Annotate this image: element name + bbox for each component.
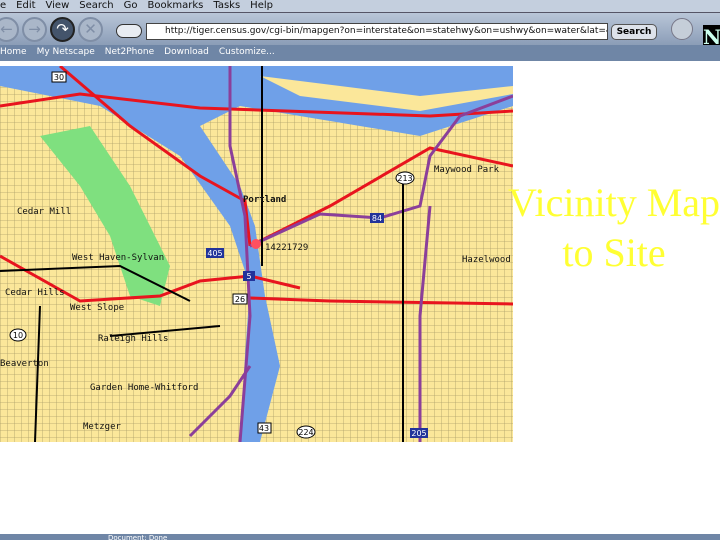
bookmarks-bar: Home My Netscape Net2Phone Download Customiz… [0,45,720,61]
svg-text:43: 43 [259,424,269,433]
label-west-slope: West Slope [70,303,124,313]
label-beaverton: Beaverton [0,359,49,369]
svg-text:26: 26 [235,295,245,304]
label-raleigh-hills: Raleigh Hills [98,334,168,344]
label-site-id: 14221729 [265,243,308,253]
label-hazelwood: Hazelwood [462,255,511,265]
history-dropdown[interactable] [116,24,142,38]
bookmark-download[interactable]: Download [164,47,209,57]
label-west-haven-sylvan: West Haven-Sylvan [72,253,164,263]
bookmark-home[interactable]: Home [0,47,27,57]
bookmark-my-netscape[interactable]: My Netscape [37,47,95,57]
shield-405: 405 [206,248,224,258]
menu-view[interactable]: View [46,0,70,11]
shield-30: 30 [51,71,67,83]
status-bar: Document: Done [0,534,720,542]
svg-text:205: 205 [411,429,426,438]
site-marker [251,239,261,249]
menu-bookmarks[interactable]: Bookmarks [148,0,204,11]
menu-go[interactable]: Go [124,0,138,11]
menu-search[interactable]: Search [79,0,113,11]
stop-button[interactable]: ✕ [78,17,103,42]
label-garden-home: Garden Home-Whitford [90,383,198,393]
svg-text:224: 224 [298,428,313,437]
label-maywood-park: Maywood Park [434,165,500,175]
shield-84: 84 [370,213,384,223]
vicinity-map[interactable]: Portland Cedar Mill West Haven-Sylvan Ce… [0,66,513,442]
back-button[interactable]: ← [0,17,19,42]
search-button[interactable]: Search [611,24,657,40]
shield-26: 26 [232,293,248,305]
url-input[interactable]: http://tiger.census.gov/cgi-bin/mapgen?o… [146,23,608,40]
label-cedar-mill: Cedar Mill [17,207,71,217]
slide-title: Vicinity Map to Site [508,180,720,275]
label-cedar-hills: Cedar Hills [5,288,65,298]
forward-button[interactable]: → [22,17,47,42]
menu-help[interactable]: Help [250,0,273,11]
menu-file[interactable]: e [0,0,6,11]
bookmark-customize[interactable]: Customize... [219,47,275,57]
svg-text:10: 10 [13,331,23,340]
svg-text:405: 405 [207,249,222,258]
label-metzger: Metzger [83,422,122,432]
svg-text:5: 5 [246,272,251,281]
print-icon[interactable] [671,18,693,40]
shield-224: 224 [296,425,316,439]
menu-tasks[interactable]: Tasks [213,0,240,11]
navigation-toolbar: ← → ↷ ✕ http://tiger.census.gov/cgi-bin/… [0,12,720,55]
svg-text:30: 30 [54,73,64,82]
shield-10: 10 [9,328,27,342]
menu-bar: e Edit View Search Go Bookmarks Tasks Help [0,0,720,12]
shield-43: 43 [257,422,272,434]
shield-213: 213 [395,171,415,185]
shield-205: 205 [410,428,428,438]
svg-text:84: 84 [372,214,382,223]
bookmark-net2phone[interactable]: Net2Phone [105,47,154,57]
label-portland: Portland [243,195,286,205]
status-text: Document: Done [108,534,168,542]
reload-button[interactable]: ↷ [50,17,75,42]
svg-text:213: 213 [397,174,412,183]
menu-edit[interactable]: Edit [16,0,35,11]
shield-5: 5 [243,271,255,281]
